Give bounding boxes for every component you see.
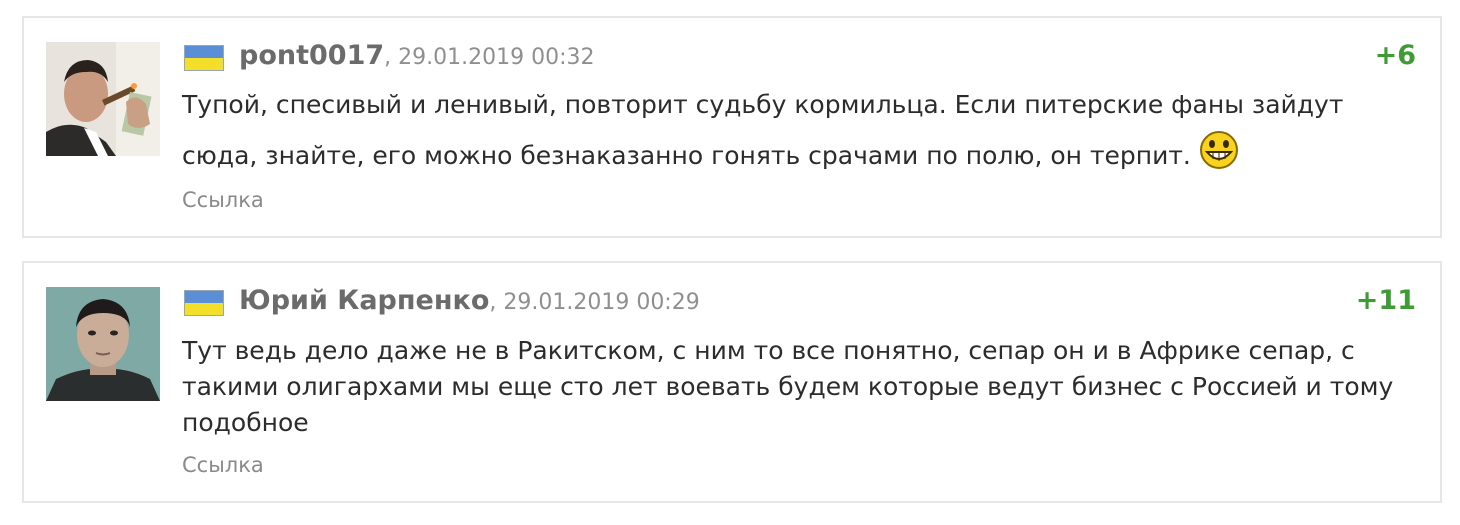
grinning-face-icon [1199, 130, 1239, 170]
comment-text: Тут ведь дело даже не в Ракитском, с ним… [182, 336, 1394, 437]
comment-text: Тупой, спесивый и ленивый, повторит судь… [182, 90, 1344, 170]
comment-date: , 29.01.2019 00:29 [489, 290, 700, 315]
comment-link[interactable]: Ссылка [182, 453, 264, 477]
ukraine-flag-icon [184, 45, 224, 71]
comment-meta: pont0017, 29.01.2019 00:32 [239, 40, 595, 71]
comment-score: +11 [1355, 285, 1416, 316]
comment-card: Юрий Карпенко, 29.01.2019 00:29 +11 Тут … [22, 261, 1442, 503]
comment-card: pont0017, 29.01.2019 00:32 +6 Тупой, спе… [22, 16, 1442, 238]
comment-score: +6 [1374, 40, 1416, 71]
user-avatar[interactable] [46, 287, 160, 401]
comment-text-wrapper: Тупой, спесивый и ленивый, повторит судь… [182, 80, 1418, 181]
comment-date: , 29.01.2019 00:32 [384, 45, 595, 70]
author-name[interactable]: Юрий Карпенко [239, 285, 489, 316]
ukraine-flag-icon [184, 290, 224, 316]
author-name[interactable]: pont0017 [239, 40, 384, 71]
comment-meta: Юрий Карпенко, 29.01.2019 00:29 [239, 285, 700, 316]
user-avatar[interactable] [46, 42, 160, 156]
comment-link[interactable]: Ссылка [182, 188, 264, 212]
comment-text-wrapper: Тут ведь дело даже не в Ракитском, с ним… [182, 333, 1418, 441]
